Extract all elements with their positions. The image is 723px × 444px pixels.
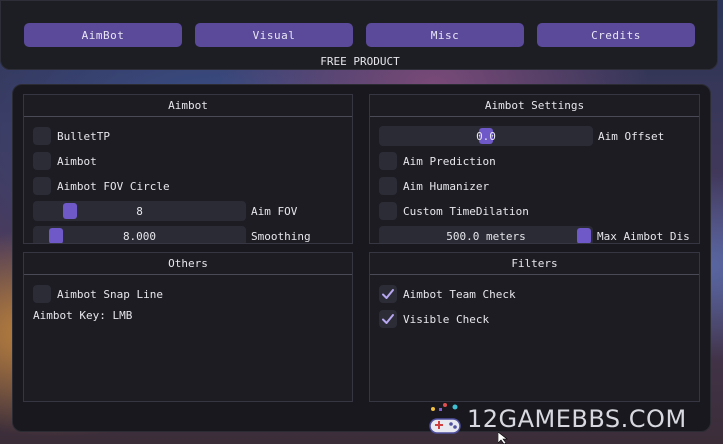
gamepad-logo-icon	[429, 403, 461, 434]
checkmark-icon	[382, 289, 394, 299]
tab-credits[interactable]: Credits	[537, 23, 695, 47]
slider-value: 8	[136, 204, 143, 218]
panel-filters: Filters Aimbot Team Check Visible Check	[369, 252, 700, 402]
smoothing-slider[interactable]: 8.000	[33, 226, 246, 243]
checkbox-box[interactable]	[379, 285, 397, 303]
panel-title-text: Aimbot	[168, 99, 208, 112]
aim-offset-label: Aim Offset	[598, 129, 665, 143]
checkbox-aimbot-team-check[interactable]: Aimbot Team Check	[379, 284, 516, 304]
aimbot-key-text: Aimbot Key: LMB	[33, 305, 132, 325]
panel-title-text: Filters	[511, 257, 558, 270]
panel-aimbot: Aimbot BulletTP Aimbot Aimbot FOV Circle…	[23, 94, 353, 244]
checkbox-aimbot-snap-line[interactable]: Aimbot Snap Line	[33, 284, 163, 304]
max-aimbot-distance-label: Max Aimbot Dis	[597, 229, 690, 243]
checkbox-label: Aimbot FOV Circle	[57, 179, 170, 193]
aim-fov-label: Aim FOV	[251, 204, 298, 218]
checkbox-label: Aimbot Snap Line	[57, 287, 163, 301]
panel-title-text: Aimbot Settings	[484, 99, 585, 112]
slider-knob[interactable]	[63, 203, 77, 219]
aim-fov-slider[interactable]: 8	[33, 201, 246, 221]
smoothing-label: Smoothing	[251, 229, 311, 243]
checkbox-aim-prediction[interactable]: Aim Prediction	[379, 151, 496, 171]
slider-value: 500.0 meters	[446, 229, 526, 243]
checkbox-label: BulletTP	[57, 129, 110, 143]
checkbox-label: Custom TimeDilation	[403, 204, 529, 218]
main-window: Aimbot BulletTP Aimbot Aimbot FOV Circle…	[12, 84, 711, 432]
slider-knob[interactable]	[577, 228, 591, 243]
panel-title: Others	[24, 253, 352, 275]
slider-value: 0.0	[476, 129, 496, 143]
checkbox-label: Visible Check	[403, 312, 490, 326]
checkbox-box[interactable]	[33, 152, 51, 170]
slider-value: 8.000	[122, 229, 157, 243]
max-aimbot-distance-slider[interactable]: 500.0 meters	[379, 226, 593, 243]
checkbox-aim-humanizer[interactable]: Aim Humanizer	[379, 176, 489, 196]
checkbox-aimbot[interactable]: Aimbot	[33, 151, 97, 171]
slider-knob[interactable]	[49, 228, 63, 243]
checkbox-box[interactable]	[33, 285, 51, 303]
tab-aimbot[interactable]: AimBot	[24, 23, 182, 47]
top-bar: AimBot Visual Misc Credits FREE PRODUCT	[0, 0, 718, 70]
checkbox-box[interactable]	[379, 152, 397, 170]
checkmark-icon	[382, 314, 394, 324]
product-subtitle: FREE PRODUCT	[320, 55, 400, 68]
checkbox-box[interactable]	[379, 310, 397, 328]
watermark: 12GAMEBBS.COM	[425, 402, 687, 436]
mouse-cursor-icon	[498, 432, 508, 444]
checkbox-box[interactable]	[379, 177, 397, 195]
panel-title: Aimbot Settings	[370, 95, 699, 117]
checkbox-bullettp[interactable]: BulletTP	[33, 126, 110, 146]
panel-title-text: Others	[168, 257, 208, 270]
aimbot-key-label: Aimbot Key: LMB	[33, 308, 133, 322]
checkbox-visible-check[interactable]: Visible Check	[379, 309, 489, 329]
checkbox-label: Aimbot	[57, 154, 97, 168]
checkbox-box[interactable]	[379, 202, 397, 220]
checkbox-custom-timedilation[interactable]: Custom TimeDilation	[379, 201, 529, 221]
tab-visual[interactable]: Visual	[195, 23, 353, 47]
panel-title: Filters	[370, 253, 699, 275]
aim-offset-slider[interactable]: 0.0	[379, 126, 593, 146]
checkbox-box[interactable]	[33, 127, 51, 145]
checkbox-aimbot-fov-circle[interactable]: Aimbot FOV Circle	[33, 176, 170, 196]
panel-title: Aimbot	[24, 95, 352, 117]
checkbox-label: Aim Humanizer	[403, 179, 490, 193]
panel-others: Others Aimbot Snap Line Aimbot Key: LMB	[23, 252, 353, 402]
checkbox-label: Aimbot Team Check	[403, 287, 516, 301]
checkbox-box[interactable]	[33, 177, 51, 195]
tab-misc[interactable]: Misc	[366, 23, 524, 47]
checkbox-label: Aim Prediction	[403, 154, 496, 168]
panel-aimbot-settings: Aimbot Settings 0.0 Aim Offset Aim Predi…	[369, 94, 700, 244]
watermark-text: 12GAMEBBS.COM	[467, 405, 687, 433]
